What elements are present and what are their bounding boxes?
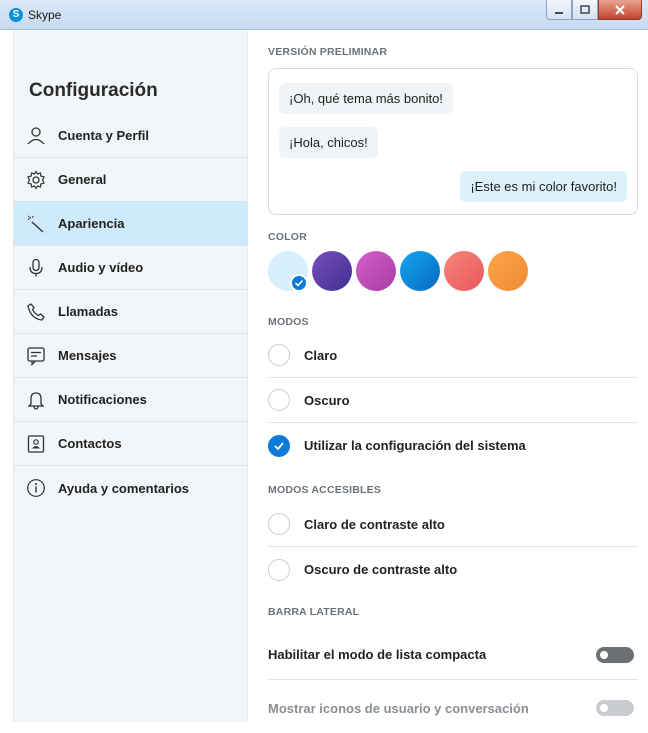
contact-card-icon: [26, 434, 46, 454]
sidebar-title: Configuración: [29, 80, 158, 101]
sidebar-item-label: Cuenta y Perfil: [58, 128, 150, 143]
user-icons-toggle[interactable]: [596, 700, 634, 716]
toggle-label: Habilitar el modo de lista compacta: [268, 647, 487, 662]
preview-message-outgoing: ¡Este es mi color favorito!: [460, 171, 627, 202]
sidebar-item-label: Llamadas: [58, 304, 118, 319]
sidebar-item-label: General: [58, 172, 107, 187]
maximize-button[interactable]: [572, 0, 598, 20]
sidebar-section-label: BARRA LATERAL: [268, 606, 360, 618]
preview-message-incoming: ¡Hola, chicos!: [279, 127, 378, 158]
color-swatch-orange[interactable]: [488, 251, 528, 291]
preview-message-incoming: ¡Oh, qué tema más bonito!: [279, 83, 453, 114]
accessible-option-claro[interactable]: Claro de contraste alto: [268, 502, 638, 547]
accessible-option-label: Claro de contraste alto: [304, 516, 445, 532]
color-section-label: COLOR: [268, 231, 307, 243]
compact-list-toggle[interactable]: [596, 646, 634, 663]
appearance-settings: VERSIÓN PRELIMINAR ¡Oh, qué tema más bon…: [268, 30, 638, 722]
maximize-icon: [580, 5, 590, 14]
color-swatch-blue[interactable]: [400, 251, 440, 291]
accessible-option-oscuro[interactable]: Oscuro de contraste alto: [268, 547, 638, 592]
minimize-button[interactable]: [546, 0, 572, 20]
sidebar-item-cuenta[interactable]: Cuenta y Perfil: [14, 114, 248, 158]
sidebar-item-contactos[interactable]: Contactos: [14, 422, 248, 466]
sidebar-item-label: Mensajes: [58, 348, 117, 363]
gear-icon: [26, 169, 46, 190]
user-icons-setting: Mostrar iconos de usuario y conversación: [268, 683, 638, 733]
radio-button[interactable]: [268, 513, 290, 535]
sidebar-item-label: Ayuda y comentarios: [58, 480, 190, 496]
color-swatch-light-blue[interactable]: [268, 251, 308, 292]
sidebar-item-audio[interactable]: Audio y vídeo: [14, 246, 248, 290]
window-title: Skype: [28, 8, 62, 22]
sidebar-item-notificaciones[interactable]: Notificaciones: [14, 378, 248, 422]
accessible-option-label: Oscuro de contraste alto: [304, 562, 458, 577]
color-swatch-coral[interactable]: [444, 251, 484, 291]
color-swatch-purple[interactable]: [312, 251, 352, 291]
color-swatch-magenta[interactable]: [356, 251, 396, 291]
color-swatches: [268, 251, 532, 292]
person-icon: [26, 126, 46, 146]
minimize-icon: [555, 11, 563, 14]
message-icon: [26, 346, 46, 366]
checkmark-icon: [274, 441, 284, 450]
radio-button[interactable]: [268, 558, 290, 581]
mode-option-oscuro[interactable]: Oscuro: [268, 378, 638, 423]
toggle-knob: [600, 650, 608, 659]
settings-nav: Cuenta y Perfil General Apariencia Audio…: [14, 114, 248, 510]
mode-option-label: Claro: [304, 347, 338, 363]
bell-icon: [26, 390, 46, 410]
sidebar-item-label: Contactos: [58, 436, 122, 451]
accessible-modes-section-label: MODOS ACCESIBLES: [268, 484, 382, 496]
sidebar-item-label: Audio y vídeo: [58, 260, 144, 275]
mode-option-label: Utilizar la configuración del sistema: [304, 438, 526, 453]
magic-wand-icon: [26, 214, 46, 234]
toggle-knob: [600, 704, 608, 712]
close-button[interactable]: [598, 0, 642, 20]
close-icon: [615, 4, 625, 15]
modes-section-label: MODOS: [268, 316, 309, 328]
preview-section-label: VERSIÓN PRELIMINAR: [268, 46, 388, 58]
phone-icon: [26, 302, 46, 322]
window-controls: [546, 0, 642, 20]
checkmark-icon: [290, 274, 308, 292]
toggle-label: Mostrar iconos de usuario y conversación: [268, 700, 529, 716]
settings-sidebar: Configuración Cuenta y Perfil General Ap…: [13, 30, 248, 722]
sidebar-item-apariencia[interactable]: Apariencia: [14, 202, 248, 246]
skype-logo-icon: S: [9, 8, 23, 22]
sidebar-item-general[interactable]: General: [14, 158, 248, 202]
radio-button[interactable]: [268, 389, 290, 411]
title-bar: S Skype: [0, 0, 648, 30]
sidebar-item-label: Apariencia: [58, 216, 125, 231]
sidebar-item-llamadas[interactable]: Llamadas: [14, 290, 248, 334]
mode-option-sistema[interactable]: Utilizar la configuración del sistema: [268, 423, 638, 468]
mode-option-label: Oscuro: [304, 392, 350, 408]
microphone-icon: [26, 258, 46, 278]
compact-list-setting: Habilitar el modo de lista compacta: [268, 630, 638, 680]
sidebar-item-label: Notificaciones: [58, 392, 147, 407]
sidebar-item-mensajes[interactable]: Mensajes: [14, 334, 248, 378]
sidebar-item-ayuda[interactable]: Ayuda y comentarios: [14, 466, 248, 510]
mode-option-claro[interactable]: Claro: [268, 333, 638, 378]
radio-button-checked[interactable]: [268, 434, 290, 457]
chat-preview: ¡Oh, qué tema más bonito! ¡Hola, chicos!…: [268, 68, 638, 215]
radio-button[interactable]: [268, 344, 290, 366]
info-icon: [26, 478, 46, 498]
